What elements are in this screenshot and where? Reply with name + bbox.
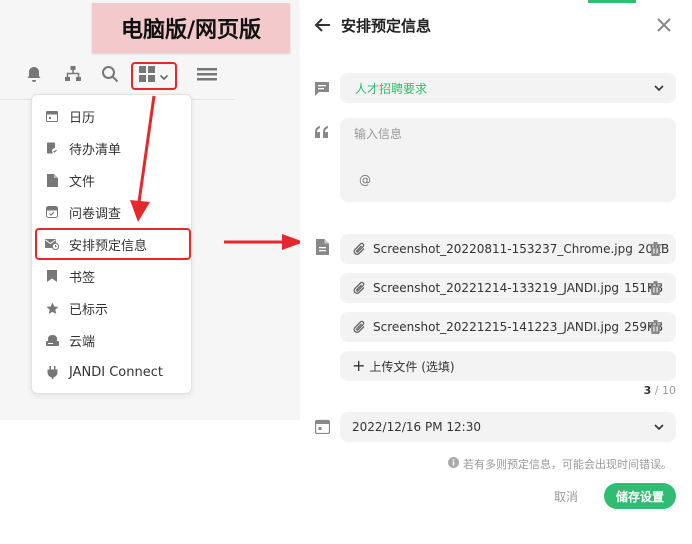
todo-icon xyxy=(45,141,59,155)
platform-label-banner: 电脑版/网页版 xyxy=(92,3,290,53)
pointer-arrow-right xyxy=(224,234,304,250)
menu-item-label: 已标示 xyxy=(69,302,109,318)
mention-at-icon[interactable]: @ xyxy=(359,173,371,187)
back-arrow-icon[interactable] xyxy=(311,13,335,37)
attached-file-row: Screenshot_20221214-133219_JANDI.jpg 151… xyxy=(340,273,676,303)
upload-label: 上传文件 (选填) xyxy=(369,359,455,374)
file-count-separator: / xyxy=(651,384,662,397)
trash-icon[interactable] xyxy=(649,281,662,295)
pointer-arrow-down xyxy=(130,95,156,222)
chevron-down-icon xyxy=(652,81,666,95)
topic-select-value: 人才招聘要求 xyxy=(355,81,428,96)
attached-file-row: Screenshot_20220811-153237_Chrome.jpg 20… xyxy=(340,234,676,264)
paperclip-icon xyxy=(353,320,367,334)
notice-text: 若有多则预定信息，可能会出现时间错误。 xyxy=(463,458,672,471)
file-name: Screenshot_20221214-133219_JANDI.jpg xyxy=(373,281,620,295)
menu-item-cloud[interactable]: 云端 xyxy=(32,324,193,356)
star-icon xyxy=(45,301,59,315)
org-chart-icon[interactable] xyxy=(61,62,85,86)
menu-item-todo[interactable]: 待办清单 xyxy=(32,132,193,164)
close-icon[interactable] xyxy=(652,13,676,37)
poll-icon xyxy=(45,205,59,219)
trash-icon[interactable] xyxy=(649,242,662,256)
menu-item-label: 云端 xyxy=(69,334,96,350)
file-attach-icon xyxy=(313,238,331,256)
schedule-datetime-select[interactable]: 2022/12/16 PM 12:30 xyxy=(340,412,676,442)
menu-item-label: 待办清单 xyxy=(69,142,122,158)
cloud-drive-icon xyxy=(45,333,59,347)
menu-item-label: 安排预定信息 xyxy=(69,238,148,254)
menu-item-starred[interactable]: 已标示 xyxy=(32,292,193,324)
menu-item-label: 书签 xyxy=(69,270,96,286)
schedule-datetime-value: 2022/12/16 PM 12:30 xyxy=(352,420,481,434)
menu-item-label: 文件 xyxy=(69,174,96,190)
menu-item-label: JANDI Connect xyxy=(69,364,163,380)
bell-icon[interactable] xyxy=(22,62,46,86)
menu-item-poll[interactable]: 问卷调查 xyxy=(32,196,193,228)
file-name: Screenshot_20220811-153237_Chrome.jpg xyxy=(373,242,633,256)
chevron-down-icon xyxy=(652,420,666,434)
file-counter: 3 / 10 xyxy=(600,384,676,397)
menu-item-jandi-connect[interactable]: JANDI Connect xyxy=(32,356,193,388)
file-count-max: 10 xyxy=(662,384,676,397)
paperclip-icon xyxy=(353,281,367,295)
save-settings-button[interactable]: 储存设置 xyxy=(604,483,676,509)
bookmark-icon xyxy=(45,269,59,283)
message-input[interactable]: 输入信息 @ xyxy=(340,118,676,202)
menu-item-calendar[interactable]: 日历 xyxy=(32,100,193,132)
attached-file-row: Screenshot_20221215-141223_JANDI.jpg 259… xyxy=(340,312,676,342)
file-icon xyxy=(45,173,59,187)
scheduled-message-panel: 安排预定信息 人才招聘要求 输入信息 @ Screenshot_20220811… xyxy=(300,0,692,544)
schedule-message-icon xyxy=(45,237,59,251)
paperclip-icon xyxy=(353,242,367,256)
apps-grid-icon xyxy=(139,66,155,86)
menu-item-scheduled-message[interactable]: 安排预定信息 xyxy=(35,228,191,260)
topic-select[interactable]: 人才招聘要求 xyxy=(340,73,676,103)
panel-title: 安排预定信息 xyxy=(341,17,432,35)
apps-menu-button[interactable] xyxy=(131,62,177,90)
menu-item-files[interactable]: 文件 xyxy=(32,164,193,196)
calendar-icon xyxy=(45,109,59,123)
topic-chat-icon xyxy=(313,80,331,98)
panel-header: 安排预定信息 xyxy=(300,0,692,52)
menu-item-label: 问卷调查 xyxy=(69,206,122,222)
menu-item-bookmarks[interactable]: 书签 xyxy=(32,260,193,292)
file-name: Screenshot_20221215-141223_JANDI.jpg xyxy=(373,320,620,334)
hamburger-menu-icon[interactable] xyxy=(195,62,219,86)
plus-icon: + xyxy=(352,356,366,375)
message-placeholder: 输入信息 xyxy=(354,127,403,141)
cancel-button[interactable]: 取消 xyxy=(546,484,586,508)
menu-item-label: 日历 xyxy=(69,110,96,126)
calendar-icon xyxy=(313,417,331,435)
apps-dropdown-menu: 日历 待办清单 文件 问卷调查 安排预定信息 书签 已标示 云端 JANDI C… xyxy=(31,94,192,394)
info-icon xyxy=(448,457,459,471)
schedule-notice: 若有多则预定信息，可能会出现时间错误。 xyxy=(440,456,672,472)
search-icon[interactable] xyxy=(98,62,122,86)
chevron-down-icon xyxy=(159,67,169,86)
trash-icon[interactable] xyxy=(649,320,662,334)
quote-icon xyxy=(313,123,331,141)
upload-file-button[interactable]: + 上传文件 (选填) xyxy=(340,351,676,381)
plug-icon xyxy=(45,365,59,379)
